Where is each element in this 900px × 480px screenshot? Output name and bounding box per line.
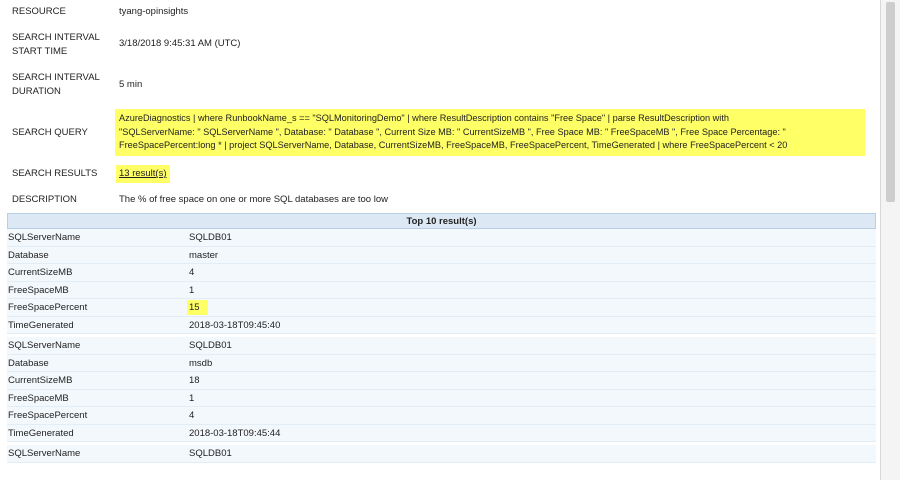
field-value: master — [189, 249, 219, 261]
field-value: 4 — [189, 410, 195, 421]
field-value: msdb — [189, 357, 213, 369]
table-row: Database master — [7, 246, 876, 264]
field-value: SQLDB01 — [189, 340, 232, 351]
table-row: CurrentSizeMB 18 — [7, 372, 876, 390]
search-query-label: SEARCH QUERY — [12, 127, 88, 138]
field-name: TimeGenerated — [8, 319, 74, 331]
table-row: FreeSpacePercent 15 — [7, 299, 876, 317]
field-name: SQLServerName — [8, 340, 81, 351]
field-name: FreeSpaceMB — [8, 284, 69, 296]
field-value: SQLDB01 — [189, 448, 232, 459]
field-name: SQLServerName — [8, 232, 81, 243]
start-time-value: 3/18/2018 9:45:31 AM (UTC) — [119, 38, 241, 49]
search-query-value: AzureDiagnostics | where RunbookName_s =… — [115, 109, 865, 156]
field-name: FreeSpaceMB — [8, 392, 69, 404]
results-table: Top 10 result(s) SQLServerName SQLDB01 Dat… — [7, 213, 876, 463]
table-row: TimeGenerated 2018-03-18T09:45:44 — [7, 424, 876, 442]
search-results-label: SEARCH RESULTS — [12, 168, 98, 179]
field-name: Database — [8, 357, 49, 369]
field-value: 2018-03-18T09:45:44 — [189, 427, 281, 439]
table-row: SQLServerName SQLDB01 — [7, 337, 876, 355]
resource-value: tyang-opinsights — [119, 6, 189, 17]
field-value: 2018-03-18T09:45:40 — [189, 319, 281, 331]
field-value: 1 — [189, 284, 195, 296]
field-name: TimeGenerated — [8, 427, 74, 439]
field-value: 4 — [189, 267, 195, 278]
description-value: The % of free space on one or more SQL d… — [119, 194, 388, 205]
table-row: FreeSpaceMB 1 — [7, 281, 876, 299]
table-row: FreeSpaceMB 1 — [7, 389, 876, 407]
field-name: FreeSpacePercent — [8, 410, 88, 421]
table-row: SQLServerName SQLDB01 — [7, 445, 876, 463]
search-results-link[interactable]: 13 result(s) — [119, 168, 167, 179]
vertical-scrollbar[interactable] — [880, 0, 900, 480]
table-row: SQLServerName SQLDB01 — [7, 229, 876, 247]
field-name: SQLServerName — [8, 448, 81, 459]
start-time-label: SEARCH INTERVAL START TIME — [12, 32, 100, 57]
field-value: SQLDB01 — [189, 232, 232, 243]
description-label: DESCRIPTION — [12, 194, 77, 205]
duration-value: 5 min — [119, 79, 143, 90]
field-name: CurrentSizeMB — [8, 267, 73, 278]
table-row: Database msdb — [7, 354, 876, 372]
field-name: CurrentSizeMB — [8, 375, 73, 386]
results-table-header: Top 10 result(s) — [7, 213, 876, 229]
alert-email-body: RESOURCE tyang-opinsights SEARCH INTERVA… — [0, 0, 880, 480]
results-table-body: SQLServerName SQLDB01 Database master Curren… — [7, 229, 876, 463]
resource-label: RESOURCE — [12, 6, 66, 17]
duration-label: SEARCH INTERVAL DURATION — [12, 72, 100, 97]
table-row: TimeGenerated 2018-03-18T09:45:40 — [7, 316, 876, 334]
table-row: CurrentSizeMB 4 — [7, 264, 876, 282]
table-row: FreeSpacePercent 4 — [7, 407, 876, 425]
field-value: 1 — [189, 392, 195, 404]
field-value: 18 — [189, 375, 200, 386]
field-value: 15 — [187, 300, 208, 315]
field-name: FreeSpacePercent — [8, 302, 88, 313]
scrollbar-thumb[interactable] — [886, 2, 895, 202]
field-name: Database — [8, 249, 49, 261]
